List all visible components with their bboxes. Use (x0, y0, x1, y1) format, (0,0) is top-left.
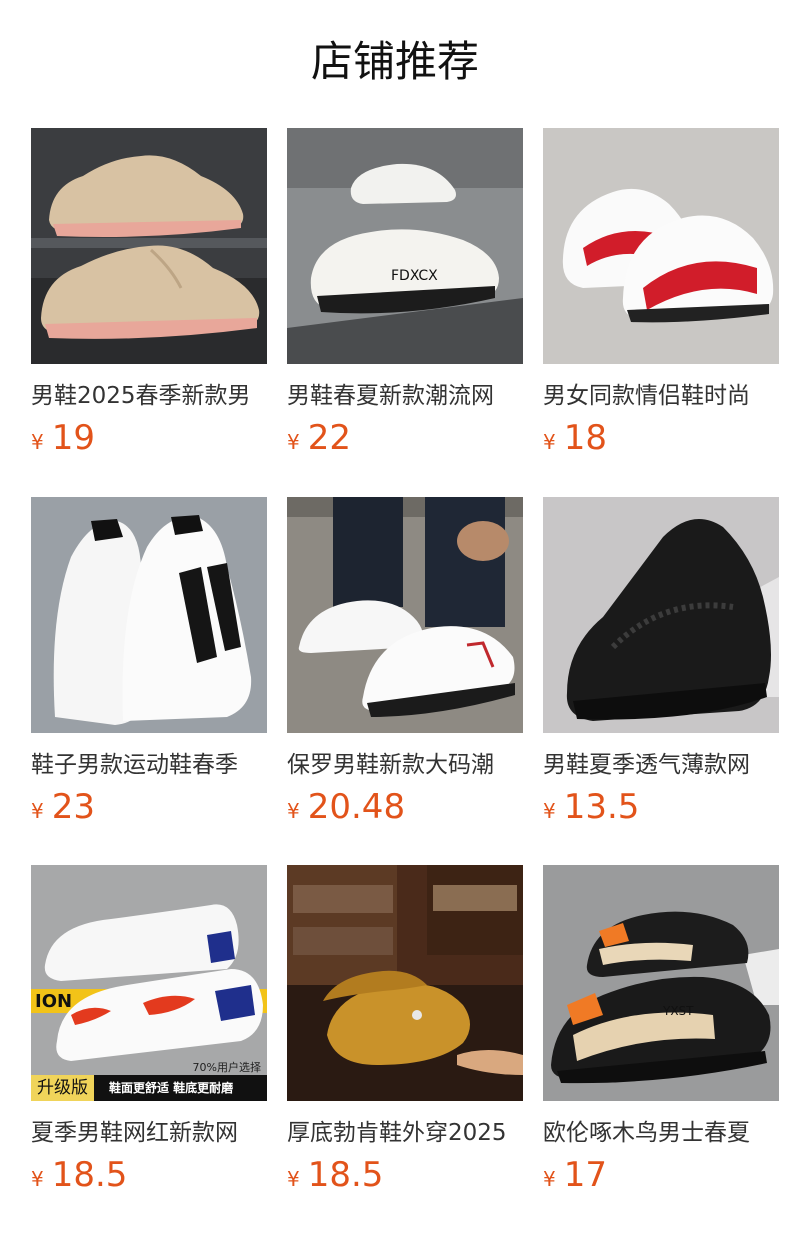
currency-symbol: ¥ (287, 799, 300, 823)
product-card[interactable]: ION 70%用户选择 升级版 鞋面更舒适 鞋底更耐磨 夏季男鞋网红新款网 ¥1… (31, 865, 267, 1205)
price-value: 18.5 (307, 1155, 384, 1195)
product-image[interactable] (287, 865, 523, 1101)
product-image[interactable] (543, 497, 779, 733)
currency-symbol: ¥ (543, 430, 556, 454)
product-image[interactable]: FDXCX (287, 128, 523, 364)
product-image[interactable] (31, 128, 267, 364)
product-card[interactable]: FDXCX 男鞋春夏新款潮流网 ¥22 (287, 128, 523, 468)
product-price: ¥18.5 (31, 1155, 127, 1195)
currency-symbol: ¥ (543, 799, 556, 823)
product-card[interactable]: 男女同款情侣鞋时尚 ¥18 (543, 128, 779, 468)
currency-symbol: ¥ (543, 1167, 556, 1191)
product-name[interactable]: 男鞋春夏新款潮流网 (287, 380, 523, 412)
product-name[interactable]: 男女同款情侣鞋时尚 (543, 380, 779, 412)
product-card[interactable]: 保罗男鞋新款大码潮 ¥20.48 (287, 497, 523, 837)
price-value: 20.48 (307, 787, 406, 827)
promo-banner: 升级版 鞋面更舒适 鞋底更耐磨 (31, 1075, 267, 1101)
upgrade-badge: 升级版 (31, 1075, 94, 1101)
product-name[interactable]: 男鞋2025春季新款男 (31, 380, 267, 412)
currency-symbol: ¥ (31, 1167, 44, 1191)
price-value: 22 (307, 418, 351, 458)
currency-symbol: ¥ (287, 430, 300, 454)
product-price: ¥20.48 (287, 787, 405, 827)
product-name[interactable]: 男鞋夏季透气薄款网 (543, 749, 779, 781)
price-value: 13.5 (563, 787, 640, 827)
popularity-tag: 70%用户选择 (192, 1061, 261, 1074)
product-price: ¥22 (287, 418, 351, 458)
product-price: ¥23 (31, 787, 95, 827)
product-price: ¥19 (31, 418, 95, 458)
product-price: ¥18 (543, 418, 607, 458)
svg-text:FDXCX: FDXCX (391, 268, 438, 284)
product-image[interactable] (543, 128, 779, 364)
currency-symbol: ¥ (287, 1167, 300, 1191)
product-price: ¥17 (543, 1155, 607, 1195)
page-title: 店铺推荐 (310, 37, 479, 86)
price-value: 23 (51, 787, 95, 827)
promo-text: 鞋面更舒适 鞋底更耐磨 (109, 1081, 234, 1095)
header: 店铺推荐 (0, 0, 790, 120)
product-card[interactable]: YXST 欧伦啄木鸟男士春夏 ¥17 (543, 865, 779, 1205)
product-name[interactable]: 夏季男鞋网红新款网 (31, 1117, 267, 1149)
product-card[interactable]: 男鞋2025春季新款男 ¥19 (31, 128, 267, 468)
product-image[interactable] (31, 497, 267, 733)
product-image[interactable]: YXST (543, 865, 779, 1101)
product-name[interactable]: 鞋子男款运动鞋春季 (31, 749, 267, 781)
currency-symbol: ¥ (31, 430, 44, 454)
price-value: 19 (51, 418, 95, 458)
product-image[interactable]: ION 70%用户选择 升级版 鞋面更舒适 鞋底更耐磨 (31, 865, 267, 1101)
currency-symbol: ¥ (31, 799, 44, 823)
product-name[interactable]: 厚底勃肯鞋外穿2025 (287, 1117, 523, 1149)
product-name[interactable]: 欧伦啄木鸟男士春夏 (543, 1117, 779, 1149)
price-value: 18.5 (51, 1155, 128, 1195)
product-price: ¥18.5 (287, 1155, 383, 1195)
price-value: 17 (563, 1155, 607, 1195)
product-name[interactable]: 保罗男鞋新款大码潮 (287, 749, 523, 781)
product-card[interactable]: 厚底勃肯鞋外穿2025 ¥18.5 (287, 865, 523, 1205)
svg-text:YXST: YXST (662, 1004, 694, 1018)
product-price: ¥13.5 (543, 787, 639, 827)
svg-text:ION: ION (35, 991, 72, 1012)
price-value: 18 (563, 418, 607, 458)
product-card[interactable]: 鞋子男款运动鞋春季 ¥23 (31, 497, 267, 837)
product-image[interactable] (287, 497, 523, 733)
product-card[interactable]: 男鞋夏季透气薄款网 ¥13.5 (543, 497, 779, 837)
